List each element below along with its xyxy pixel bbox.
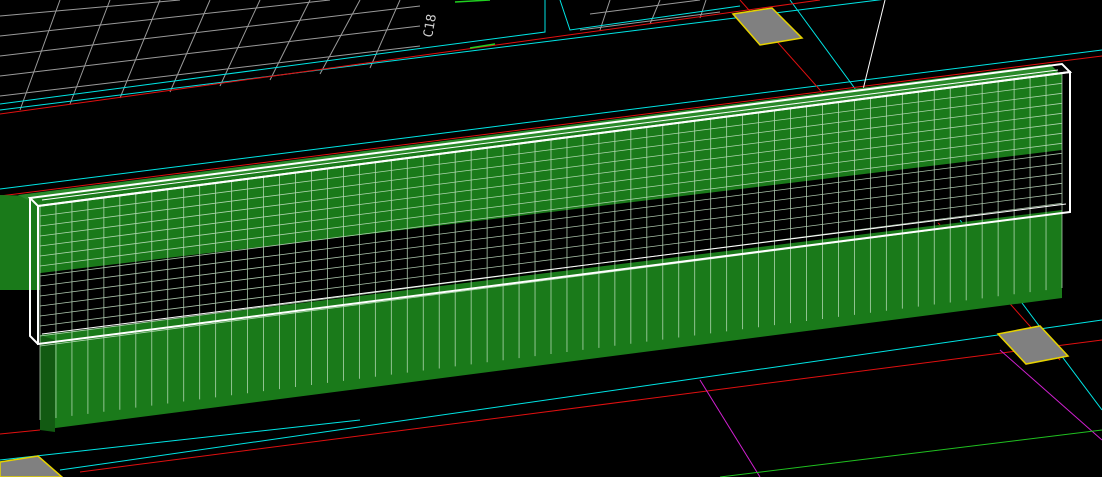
- 3d-model-viewport[interactable]: C18: [0, 0, 1102, 477]
- green-lines: [719, 429, 1102, 477]
- wall-bottom-shade: [40, 335, 55, 432]
- column-pad-right[interactable]: [996, 325, 1070, 365]
- grid-axis-label: C18: [421, 13, 440, 39]
- slab-grid-left: [0, 0, 421, 111]
- grid-axis-marker: C18: [421, 0, 496, 49]
- model-canvas[interactable]: C18: [0, 0, 1102, 477]
- column-pad-top[interactable]: [731, 7, 804, 46]
